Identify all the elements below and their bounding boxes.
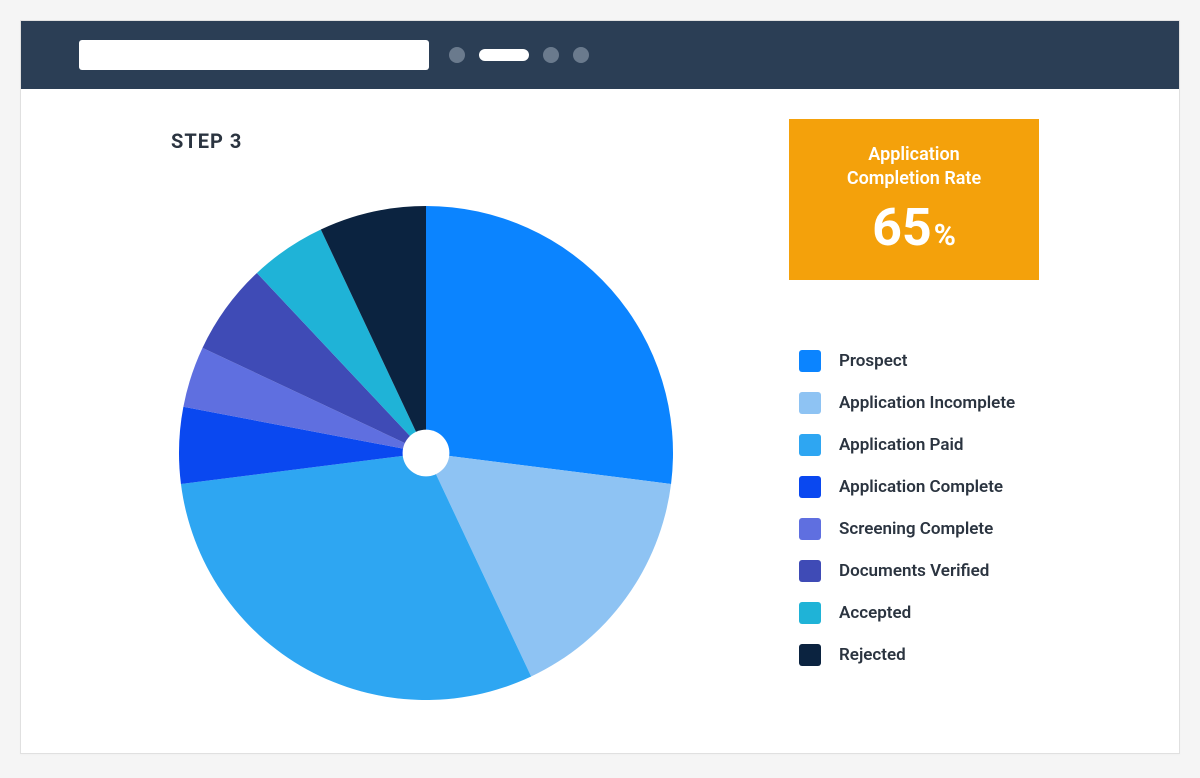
chart-panel: STEP 3 — [81, 119, 719, 713]
legend-item: Application Complete — [799, 476, 1119, 498]
completion-rate-title-line1: ApplicationCompletion Rate — [847, 144, 981, 189]
sidebar-panel: ApplicationCompletion Rate 65% Prospect A… — [779, 119, 1119, 713]
pie-svg — [166, 193, 686, 713]
browser-dot-icon — [573, 47, 589, 63]
pie-center-hole — [403, 430, 450, 477]
completion-rate-value: 65% — [809, 202, 1019, 254]
legend-swatch-icon — [799, 560, 821, 582]
browser-dot-icon — [449, 47, 465, 63]
legend-swatch-icon — [799, 518, 821, 540]
content-area: STEP 3 ApplicationCompletion Rate 65% Pr… — [21, 89, 1179, 753]
legend-item: Application Paid — [799, 434, 1119, 456]
legend-label: Documents Verified — [839, 561, 989, 581]
legend-item: Rejected — [799, 644, 1119, 666]
legend-swatch-icon — [799, 392, 821, 414]
legend-label: Application Complete — [839, 477, 1003, 497]
legend-label: Rejected — [839, 645, 906, 665]
legend-item: Documents Verified — [799, 560, 1119, 582]
pie-slice-prospect — [426, 206, 673, 484]
app-frame: STEP 3 ApplicationCompletion Rate 65% Pr… — [20, 20, 1180, 754]
legend-item: Accepted — [799, 602, 1119, 624]
legend-label: Screening Complete — [839, 519, 993, 539]
legend-swatch-icon — [799, 644, 821, 666]
browser-chrome-bar — [21, 21, 1179, 89]
legend-swatch-icon — [799, 350, 821, 372]
browser-dot-icon — [543, 47, 559, 63]
legend-swatch-icon — [799, 602, 821, 624]
legend-label: Prospect — [839, 351, 907, 371]
browser-controls — [449, 47, 589, 63]
completion-rate-card: ApplicationCompletion Rate 65% — [789, 119, 1039, 280]
legend-label: Application Paid — [839, 435, 964, 455]
pie-chart — [166, 193, 686, 713]
legend-swatch-icon — [799, 434, 821, 456]
completion-rate-title: ApplicationCompletion Rate — [809, 143, 1019, 192]
completion-rate-number: 65 — [872, 197, 932, 258]
legend-label: Application Incomplete — [839, 393, 1015, 413]
completion-rate-suffix: % — [934, 218, 956, 253]
legend-swatch-icon — [799, 476, 821, 498]
browser-pill-icon — [479, 49, 529, 61]
step-title: STEP 3 — [171, 129, 719, 153]
legend: Prospect Application Incomplete Applicatio… — [799, 350, 1119, 666]
legend-item: Prospect — [799, 350, 1119, 372]
legend-item: Screening Complete — [799, 518, 1119, 540]
legend-item: Application Incomplete — [799, 392, 1119, 414]
legend-label: Accepted — [839, 603, 911, 623]
url-input[interactable] — [79, 40, 429, 70]
